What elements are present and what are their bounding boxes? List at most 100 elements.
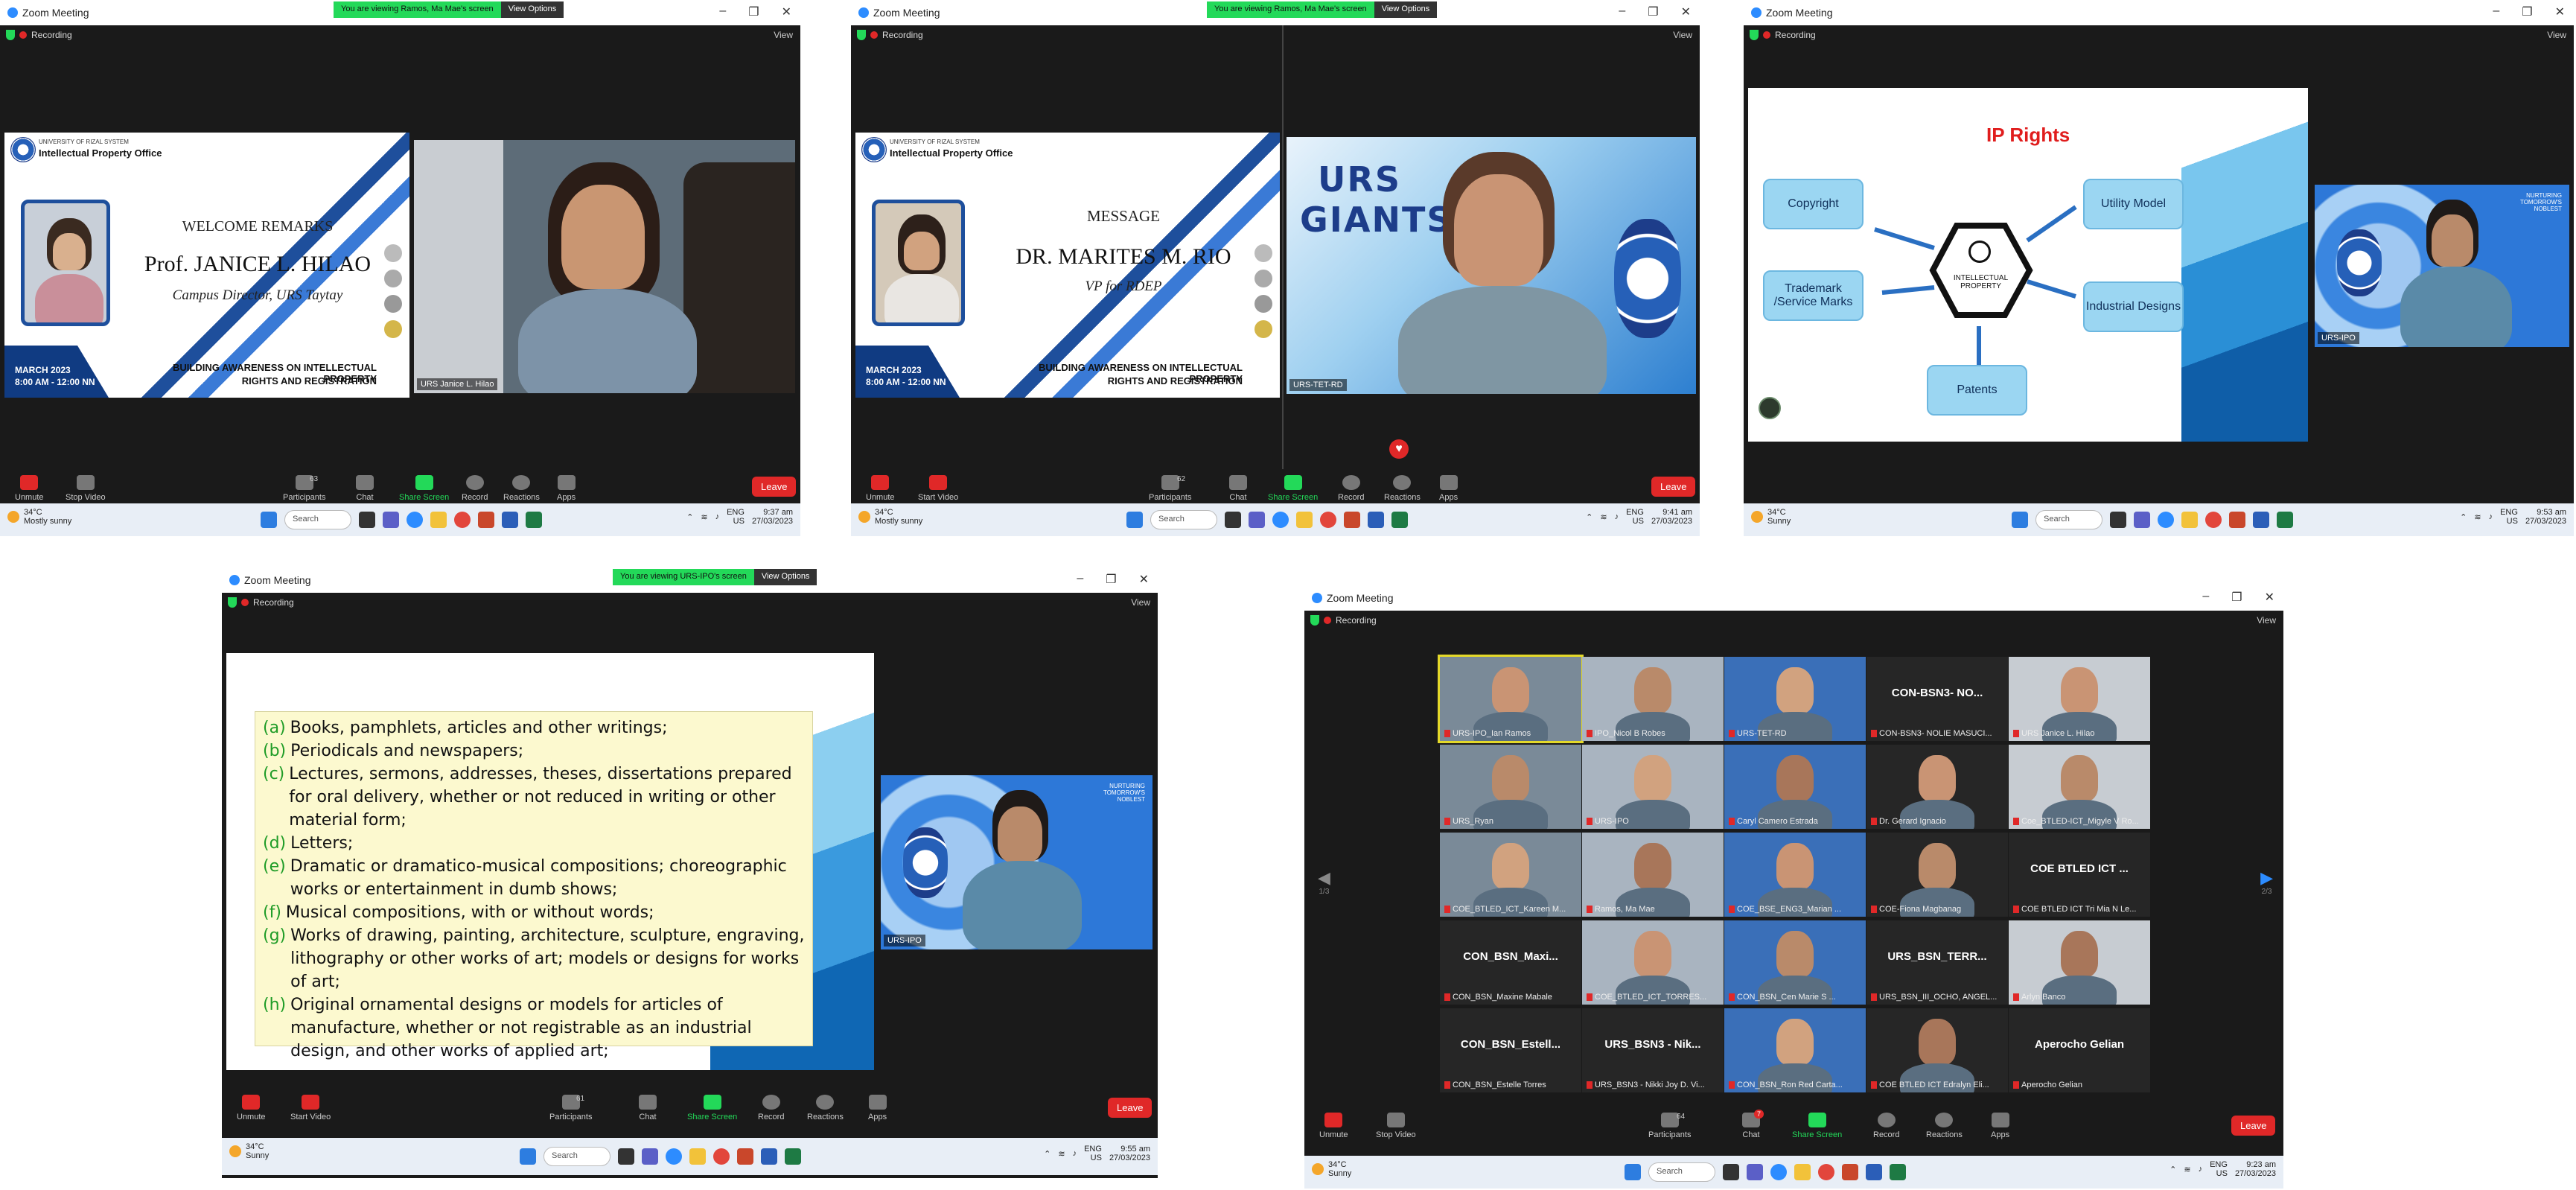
clock-time[interactable]: 9:53 am <box>2537 508 2566 517</box>
reactions-button[interactable]: Reactions <box>503 475 540 502</box>
participant-tile[interactable]: Arlyn Banco <box>2009 920 2150 1005</box>
participant-tile[interactable]: COE_BTLED_ICT_Kareen M... <box>1440 833 1581 917</box>
participant-tile[interactable]: URS-IPO_Ian Ramos <box>1438 655 1584 743</box>
weather-widget[interactable]: 34°C Sunny <box>1312 1160 1351 1178</box>
leave-button[interactable]: Leave <box>2231 1116 2276 1136</box>
participants-button[interactable]: Participants <box>283 475 325 502</box>
chevron-up-icon[interactable]: ⌃ <box>1044 1149 1051 1159</box>
participant-tile[interactable]: CON_BSN_Estell... CON_BSN_Estelle Torres <box>1440 1008 1581 1092</box>
unmute-button[interactable]: Unmute <box>237 1095 266 1121</box>
chat-app-icon[interactable] <box>642 1148 658 1165</box>
record-button[interactable]: Record <box>462 475 488 502</box>
minimize-icon[interactable]: – <box>1619 4 1625 19</box>
lang-indicator[interactable]: ENG <box>727 508 745 517</box>
chevron-up-icon[interactable]: ⌃ <box>1586 512 1593 522</box>
taskbar-search[interactable]: Search <box>2035 510 2102 529</box>
participant-tile[interactable]: IPO_Nicol B Robes <box>1582 657 1724 741</box>
lang-indicator[interactable]: ENG <box>2500 508 2518 517</box>
chevron-up-icon[interactable]: ⌃ <box>686 512 693 522</box>
taskbar-search[interactable]: Search <box>543 1147 610 1166</box>
task-view-icon[interactable] <box>1225 512 1241 528</box>
participant-tile[interactable]: Ramos, Ma Mae <box>1582 833 1724 917</box>
apps-button[interactable]: Apps <box>868 1095 887 1121</box>
chat-button[interactable]: Chat <box>356 475 374 502</box>
close-icon[interactable]: ✕ <box>782 4 791 19</box>
participant-tile[interactable]: URS Janice L. Hilao <box>2009 657 2150 741</box>
participant-video[interactable]: URS Janice L. Hilao <box>414 140 795 393</box>
view-button[interactable]: View <box>1673 30 1692 40</box>
participant-tile[interactable]: CON_BSN_Ron Red Carta... <box>1724 1008 1866 1092</box>
close-icon[interactable]: ✕ <box>1139 572 1149 587</box>
task-view-icon[interactable] <box>618 1148 634 1165</box>
excel-icon[interactable] <box>1890 1164 1906 1180</box>
participant-tile[interactable]: Coe_BTLED-ICT_Migyle V Ro... <box>2009 745 2150 829</box>
taskbar-search[interactable]: Search <box>284 510 351 529</box>
minimize-icon[interactable]: – <box>1077 572 1083 587</box>
windows-start-icon[interactable] <box>1126 512 1143 528</box>
leave-button[interactable]: Leave <box>752 477 797 497</box>
slide-nav-icon[interactable] <box>1759 397 1781 419</box>
participant-tile[interactable]: URS-TET-RD <box>1724 657 1866 741</box>
wifi-icon[interactable]: ≋ <box>701 512 707 522</box>
volume-icon[interactable]: ♪ <box>1615 512 1619 521</box>
participant-tile[interactable]: COE BTLED ICT Edralyn Eli... <box>1866 1008 2008 1092</box>
file-explorer-icon[interactable] <box>1794 1164 1811 1180</box>
volume-icon[interactable]: ♪ <box>2199 1165 2203 1174</box>
chat-app-icon[interactable] <box>1747 1164 1763 1180</box>
leave-button[interactable]: Leave <box>1651 477 1696 497</box>
maximize-icon[interactable]: ❐ <box>1106 572 1116 587</box>
word-icon[interactable] <box>1866 1164 1882 1180</box>
excel-icon[interactable] <box>785 1148 801 1165</box>
participant-tile[interactable]: Aperocho Gelian Aperocho Gelian <box>2009 1008 2150 1092</box>
participant-video[interactable]: URS GIANTS URS-TET-RD <box>1287 137 1696 394</box>
apps-button[interactable]: Apps <box>1439 475 1458 502</box>
unmute-button[interactable]: Unmute <box>15 475 44 502</box>
excel-icon[interactable] <box>526 512 542 528</box>
word-icon[interactable] <box>2253 512 2269 528</box>
participant-tile[interactable]: CON_BSN_Cen Marie S ... <box>1724 920 1866 1005</box>
zoom-app-icon[interactable] <box>1272 512 1289 528</box>
chrome-icon[interactable] <box>2205 512 2222 528</box>
excel-icon[interactable] <box>2277 512 2293 528</box>
close-icon[interactable]: ✕ <box>2265 590 2274 605</box>
start-video-button[interactable]: Start Video <box>918 475 958 502</box>
participant-tile[interactable]: URS_BSN_TERR... URS_BSN_III_OCHO, ANGEL..… <box>1866 920 2008 1005</box>
windows-start-icon[interactable] <box>2012 512 2028 528</box>
weather-widget[interactable]: 34°C Mostly sunny <box>858 508 922 526</box>
view-button[interactable]: View <box>774 30 793 40</box>
clock-time[interactable]: 9:23 am <box>2246 1160 2276 1169</box>
maximize-icon[interactable]: ❐ <box>1648 4 1658 19</box>
participant-tile[interactable]: COE_BTLED_ICT_TORRES... <box>1582 920 1724 1005</box>
chrome-icon[interactable] <box>713 1148 730 1165</box>
wifi-icon[interactable]: ≋ <box>1600 512 1607 522</box>
powerpoint-icon[interactable] <box>1842 1164 1858 1180</box>
wifi-icon[interactable]: ≋ <box>2474 512 2481 522</box>
lang-indicator[interactable]: ENG <box>2210 1160 2228 1169</box>
taskbar-search[interactable]: Search <box>1150 510 1217 529</box>
lang-indicator[interactable]: ENG <box>1626 508 1644 517</box>
weather-widget[interactable]: 34°C Mostly sunny <box>7 508 71 526</box>
task-view-icon[interactable] <box>359 512 375 528</box>
reactions-button[interactable]: Reactions <box>1384 475 1421 502</box>
apps-button[interactable]: Apps <box>1991 1113 2009 1139</box>
volume-icon[interactable]: ♪ <box>715 512 720 521</box>
weather-widget[interactable]: 34°C Sunny <box>1751 508 1791 526</box>
word-icon[interactable] <box>502 512 518 528</box>
file-explorer-icon[interactable] <box>689 1148 706 1165</box>
chrome-icon[interactable] <box>1320 512 1336 528</box>
taskbar-search[interactable]: Search <box>1648 1162 1715 1182</box>
stop-video-button[interactable]: Stop Video <box>1376 1113 1416 1139</box>
powerpoint-icon[interactable] <box>2229 512 2245 528</box>
clock-time[interactable]: 9:37 am <box>763 508 793 517</box>
close-icon[interactable]: ✕ <box>1681 4 1691 19</box>
participant-video[interactable]: NURTURING TOMORROW'S NOBLEST URS-IPO <box>2315 185 2569 347</box>
wifi-icon[interactable]: ≋ <box>2184 1165 2190 1174</box>
record-button[interactable]: Record <box>1338 475 1364 502</box>
task-view-icon[interactable] <box>2110 512 2126 528</box>
participant-tile[interactable]: CON-BSN3- NO... CON-BSN3- NOLIE MASUCI... <box>1866 657 2008 741</box>
unmute-button[interactable]: Unmute <box>1319 1113 1348 1139</box>
reactions-button[interactable]: Reactions <box>807 1095 844 1121</box>
minimize-icon[interactable]: – <box>2493 4 2499 19</box>
powerpoint-icon[interactable] <box>1344 512 1360 528</box>
zoom-app-icon[interactable] <box>2158 512 2174 528</box>
